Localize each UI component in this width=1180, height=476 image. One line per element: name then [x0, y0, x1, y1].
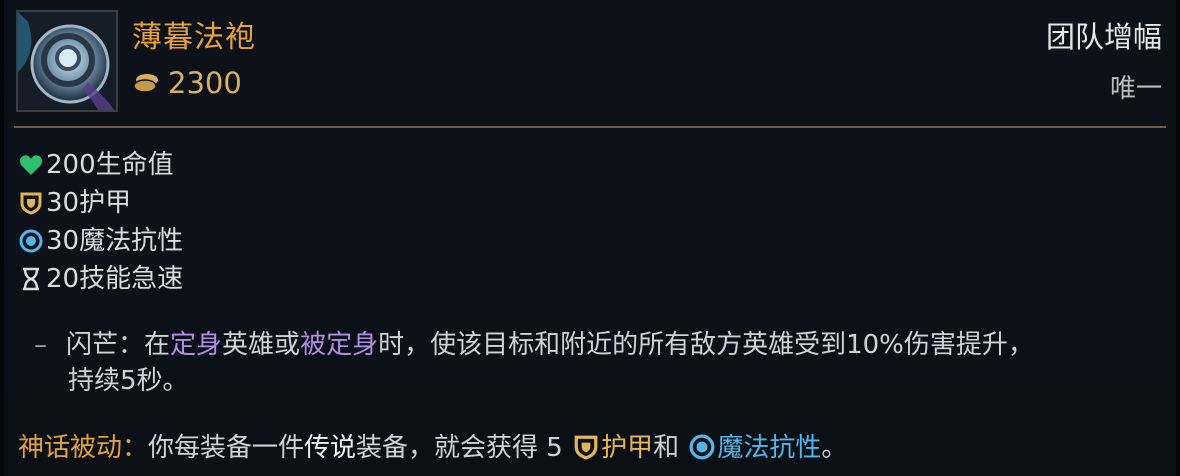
item-uniqueness: 唯一	[1109, 74, 1162, 104]
item-price: 2300	[132, 66, 242, 100]
stat-text: 20技能急速	[46, 264, 184, 294]
mythic-text: 和	[653, 433, 688, 463]
mythic-text: 装备，就会获得 5	[356, 433, 572, 463]
passive-description: – 闪芒：在定身英雄或被定身时，使该目标和附近的所有敌方英雄受到10%伤害提升， …	[34, 327, 1174, 399]
stat-magic-resist: 30魔法抗性	[18, 222, 183, 260]
magic-resist-icon	[689, 434, 715, 460]
item-name: 薄暮法袍	[132, 20, 256, 55]
keyword-immobilized: 被定身	[300, 330, 379, 360]
heart-icon	[18, 152, 44, 178]
hourglass-icon	[18, 266, 44, 292]
keyword-immobilize: 定身	[170, 330, 223, 360]
mythic-text: 。	[821, 433, 848, 463]
stat-ability-haste: 20技能急速	[18, 260, 183, 298]
armor-shield-icon	[574, 435, 598, 460]
gold-coin-icon	[133, 74, 158, 93]
item-category: 团队增幅	[1045, 20, 1162, 54]
mythic-text: 你每装备一件	[148, 433, 305, 463]
header-divider	[14, 126, 1166, 128]
magic-resist-icon	[18, 228, 44, 254]
keyword-magic-resist: 魔法抗性	[717, 433, 822, 463]
price-value: 2300	[168, 66, 242, 100]
stat-text: 200生命值	[46, 150, 174, 180]
item-portrait	[16, 10, 118, 112]
stat-text: 30护甲	[46, 188, 132, 218]
passive-text: 时，使该目标和附近的所有敌方英雄受到10%伤害提升，	[378, 330, 1034, 360]
stat-text: 30魔法抗性	[46, 226, 184, 256]
mythic-passive: 神话被动：你每装备一件传说装备，就会获得 5 护甲和 魔法抗性。	[18, 430, 1178, 466]
stat-armor: 30护甲	[18, 184, 183, 222]
passive-text: 英雄或	[222, 330, 301, 360]
stats-list: 200生命值 30护甲 30魔法抗性 20技能急速	[18, 146, 183, 298]
item-tooltip: 薄暮法袍 2300 团队增幅 唯一 200生命值 30护甲 30魔法抗性 20技…	[0, 0, 1180, 476]
passive-name: 闪芒：	[66, 330, 145, 360]
armor-shield-icon	[18, 190, 44, 216]
keyword-legendary: 传说	[304, 433, 357, 463]
passive-text-line2: 持续5秒。	[68, 366, 189, 396]
passive-text: 在	[144, 330, 171, 360]
stat-health: 200生命值	[18, 146, 183, 184]
bullet-dash: –	[34, 330, 47, 360]
mythic-passive-label: 神话被动：	[18, 433, 149, 463]
keyword-armor: 护甲	[601, 433, 654, 463]
